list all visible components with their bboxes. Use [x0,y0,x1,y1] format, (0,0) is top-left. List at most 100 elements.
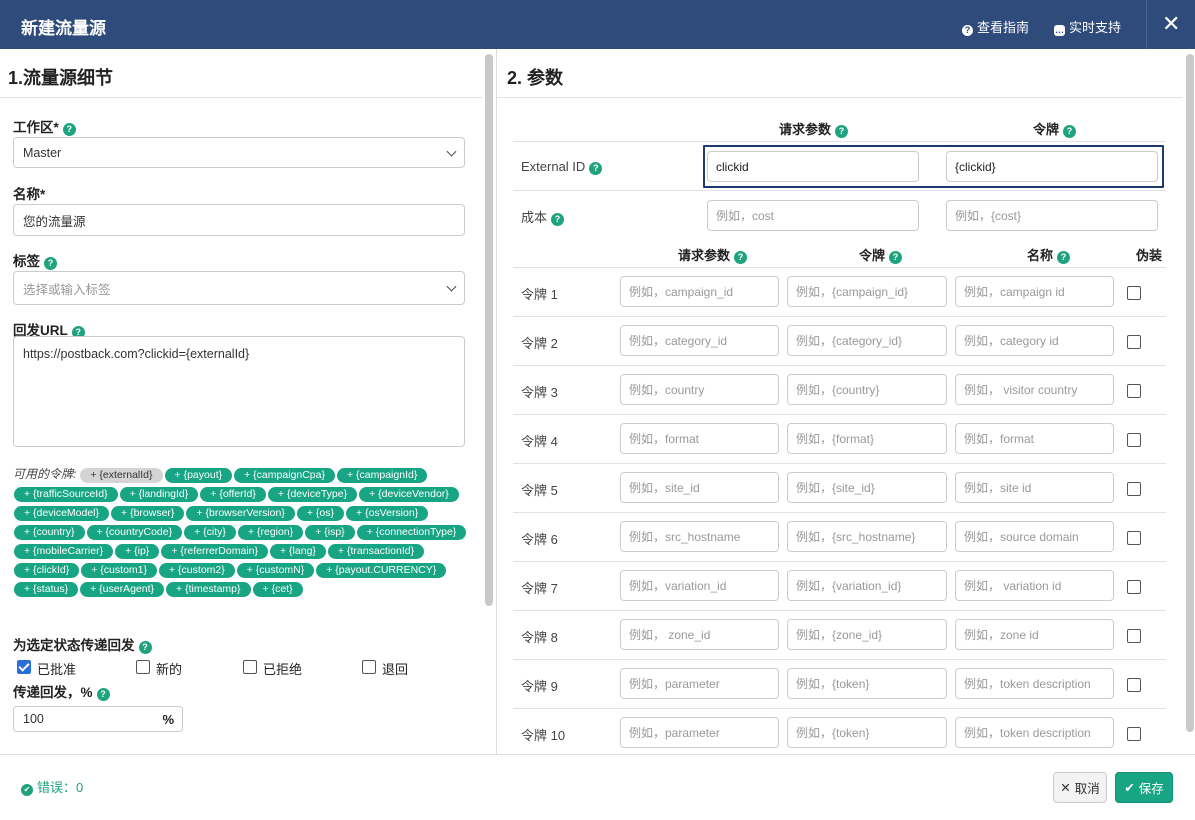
token-chip[interactable]: + {custom1} [81,563,157,578]
disguise-checkbox[interactable] [1127,629,1141,643]
status-checkbox[interactable] [243,660,257,674]
token-chip[interactable]: + {region} [237,525,304,540]
token-chip[interactable]: + {payout} [164,468,233,483]
external-id-token-input[interactable]: {clickid} [946,151,1158,182]
token-chip[interactable]: + {lang} [270,544,326,559]
name-input[interactable]: 您的流量源 [13,204,465,236]
cost-token-input[interactable]: 例如，{cost} [946,200,1158,231]
status-checkbox[interactable] [17,660,31,674]
token-chip[interactable]: + {browserVersion} [186,506,295,521]
status-checkbox[interactable] [362,660,376,674]
help-icon[interactable]: ? [889,251,903,264]
token-name-input[interactable]: 例如，source domain [955,521,1114,552]
token-chip[interactable]: + {connectionType} [356,525,467,540]
token-chip[interactable]: + {transactionId} [327,544,425,559]
help-icon[interactable]: ? [835,125,849,138]
token-token-input[interactable]: 例如，{src_hostname} [787,521,947,552]
close-icon[interactable]: ✕ [1162,11,1180,37]
token-param-input[interactable]: 例如，parameter [620,717,779,748]
token-chip[interactable]: + {campaignCpa} [234,468,335,483]
token-chip[interactable]: + {deviceVendor} [359,487,459,502]
token-name-input[interactable]: 例如，campaign id [955,276,1114,307]
disguise-checkbox[interactable] [1127,433,1141,447]
status-checkbox[interactable] [136,660,150,674]
token-token-input[interactable]: 例如，{zone_id} [787,619,947,650]
token-param-input[interactable]: 例如，variation_id [620,570,779,601]
token-chip[interactable]: + {trafficSourceId} [14,487,118,502]
token-chip[interactable]: + {deviceModel} [14,506,110,521]
token-chip[interactable]: + {userAgent} [80,582,165,597]
disguise-checkbox[interactable] [1127,580,1141,594]
token-chip[interactable]: + {ip} [115,544,160,559]
token-chip[interactable]: + {browser} [111,506,185,521]
token-chip[interactable]: + {city} [184,525,236,540]
token-token-input[interactable]: 例如，{token} [787,717,947,748]
token-token-input[interactable]: 例如，{variation_id} [787,570,947,601]
token-name-input[interactable]: 例如，zone id [955,619,1114,650]
token-chip[interactable]: + {osVersion} [346,506,429,521]
token-chip[interactable]: + {mobileCarrier} [14,544,114,559]
help-icon[interactable]: ? [44,257,57,270]
token-token-input[interactable]: 例如，{site_id} [787,472,947,503]
token-token-input[interactable]: 例如，{campaign_id} [787,276,947,307]
help-icon[interactable]: ? [1057,251,1071,264]
token-chip[interactable]: + {countryCode} [86,525,183,540]
token-param-input[interactable]: 例如，src_hostname [620,521,779,552]
token-chip[interactable]: + {referrerDomain} [161,544,268,559]
token-name-input[interactable]: 例如，site id [955,472,1114,503]
help-icon[interactable]: ? [1063,125,1077,138]
disguise-checkbox[interactable] [1127,286,1141,300]
tags-select[interactable]: 选择或输入标签 [13,271,465,305]
token-chip[interactable]: + {os} [296,506,345,521]
token-param-input[interactable]: 例如，campaign_id [620,276,779,307]
pass-percent-input[interactable]: 100 % [13,706,183,732]
help-icon[interactable]: ? [96,688,110,701]
token-chip[interactable]: + {landingId} [119,487,199,502]
disguise-checkbox[interactable] [1127,727,1141,741]
help-icon[interactable]: ? [551,213,565,226]
token-chip[interactable]: + {custom2} [159,563,235,578]
token-token-input[interactable]: 例如，{format} [787,423,947,454]
postback-url-textarea[interactable]: https://postback.com?clickid={externalId… [13,336,465,447]
workspace-select[interactable]: Master [13,137,465,168]
token-param-input[interactable]: 例如，format [620,423,779,454]
token-chip[interactable]: + {isp} [305,525,355,540]
disguise-checkbox[interactable] [1127,531,1141,545]
disguise-checkbox[interactable] [1127,384,1141,398]
token-chip[interactable]: + {cet} [252,582,303,597]
cancel-button[interactable]: ✕ 取消 [1053,772,1107,803]
live-support-link[interactable]: … 实时支持 [1054,17,1121,36]
cost-param-input[interactable]: 例如，cost [707,200,919,231]
right-scrollbar[interactable] [1186,54,1194,732]
token-param-input[interactable]: 例如，category_id [620,325,779,356]
external-id-param-input[interactable]: clickid [707,151,919,182]
token-token-input[interactable]: 例如，{country} [787,374,947,405]
help-icon[interactable]: ? [589,162,603,175]
token-token-input[interactable]: 例如，{category_id} [787,325,947,356]
token-param-input[interactable]: 例如， zone_id [620,619,779,650]
token-chip[interactable]: + {offerId} [200,487,266,502]
token-name-input[interactable]: 例如，format [955,423,1114,454]
token-name-input[interactable]: 例如，token description [955,668,1114,699]
token-name-input[interactable]: 例如，category id [955,325,1114,356]
token-name-input[interactable]: 例如， visitor country [955,374,1114,405]
token-token-input[interactable]: 例如，{token} [787,668,947,699]
token-param-input[interactable]: 例如，parameter [620,668,779,699]
token-param-input[interactable]: 例如，site_id [620,472,779,503]
token-chip[interactable]: + {timestamp} [166,582,251,597]
help-icon[interactable]: ? [734,251,748,264]
token-chip[interactable]: + {campaignId} [336,468,428,483]
help-icon[interactable]: ? [138,641,152,654]
left-scrollbar[interactable] [485,54,493,606]
token-chip[interactable]: + {customN} [236,563,315,578]
token-chip[interactable]: + {status} [14,582,79,597]
token-name-input[interactable]: 例如， variation id [955,570,1114,601]
token-chip[interactable]: + {country} [14,525,85,540]
disguise-checkbox[interactable] [1127,335,1141,349]
token-chip[interactable]: + {externalId} [80,468,163,483]
disguise-checkbox[interactable] [1127,482,1141,496]
token-name-input[interactable]: 例如，token description [955,717,1114,748]
help-icon[interactable]: ? [62,123,76,136]
disguise-checkbox[interactable] [1127,678,1141,692]
save-button[interactable]: ✔ 保存 [1115,772,1173,803]
